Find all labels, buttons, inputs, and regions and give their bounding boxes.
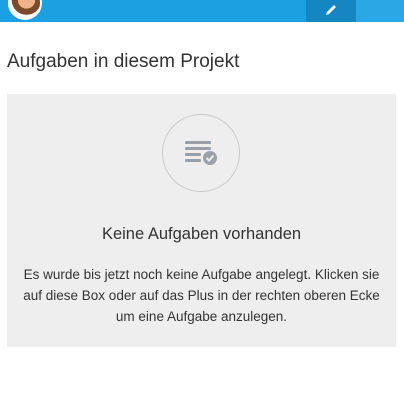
top-bar bbox=[0, 0, 404, 22]
edit-button[interactable] bbox=[306, 0, 356, 22]
empty-tasks-box[interactable]: Keine Aufgaben vorhanden Es wurde bis je… bbox=[7, 94, 396, 347]
header-action-area[interactable] bbox=[356, 0, 404, 22]
task-list-check-icon bbox=[162, 114, 240, 192]
empty-state-text: Es wurde bis jetzt noch keine Aufgabe an… bbox=[23, 267, 380, 324]
empty-state-heading: Keine Aufgaben vorhanden bbox=[101, 225, 302, 243]
pencil-icon bbox=[324, 3, 338, 20]
section-title: Aufgaben in diesem Projekt bbox=[7, 51, 240, 72]
avatar[interactable] bbox=[8, 0, 42, 20]
